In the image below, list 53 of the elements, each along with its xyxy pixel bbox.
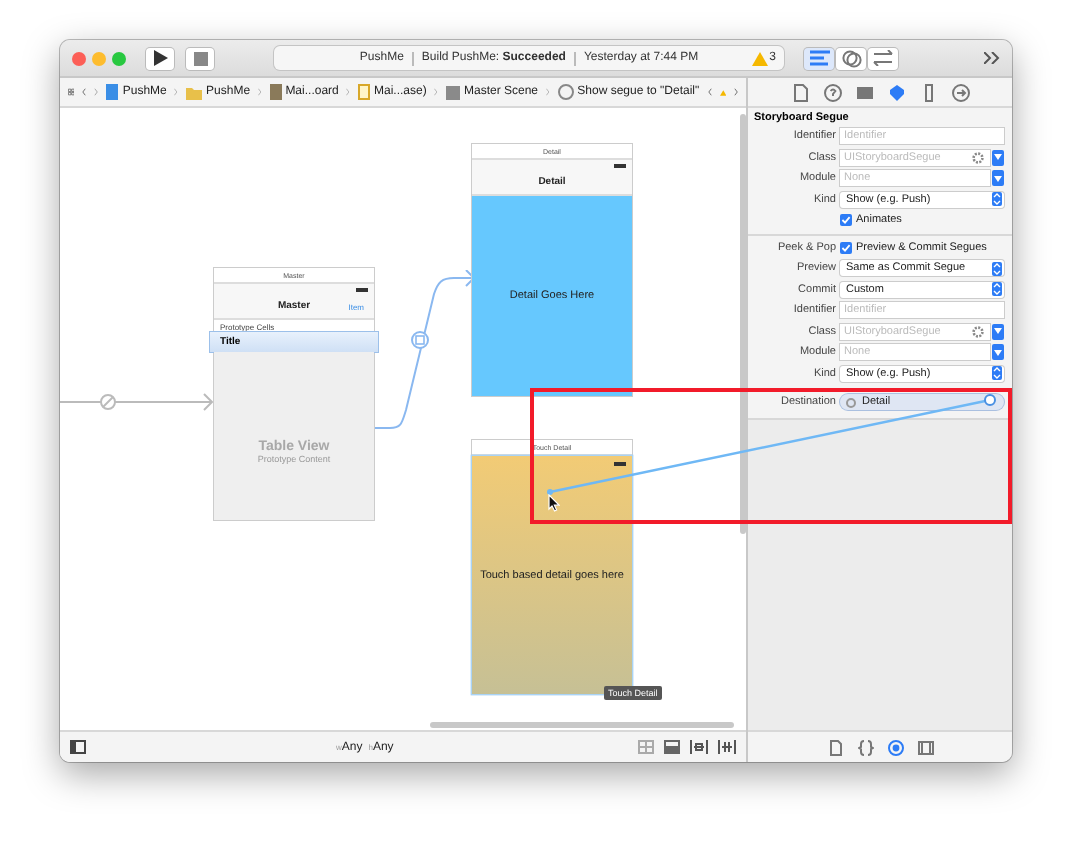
rings-icon [841,49,861,67]
folder-icon [186,85,203,99]
file-icon [269,84,282,100]
updown-icon [992,366,1002,381]
circle-icon [557,84,574,100]
warning-icon [751,51,768,65]
caret-icon [994,175,1002,182]
braces-icon[interactable] [857,739,873,755]
horizontal-scrollbar[interactable] [430,722,734,728]
arrow-circle-icon[interactable] [951,83,969,101]
film-icon[interactable] [917,739,933,755]
dropdown-button[interactable] [992,344,1004,361]
cursor-icon [548,494,560,512]
checkbox[interactable] [840,241,852,254]
align-icon[interactable] [690,740,708,754]
stack-icon[interactable] [664,740,680,754]
updown-icon [992,261,1002,276]
document-icon [106,84,119,100]
lines-icon [809,50,829,66]
shield-icon[interactable] [887,83,905,101]
back-icon[interactable] [82,84,87,100]
standard-editor-button[interactable] [804,47,834,69]
caret-icon [994,349,1002,356]
vertical-scrollbar[interactable] [740,114,746,534]
run-button[interactable] [146,47,174,69]
dropdown-button[interactable] [992,323,1004,340]
forward-icon[interactable] [733,84,739,100]
assistant-editor-button[interactable] [836,47,866,69]
grid-icon[interactable] [68,84,75,100]
stop-button[interactable] [186,47,214,69]
file-icon[interactable] [827,739,843,755]
help-icon[interactable] [823,83,841,101]
grid-icon[interactable] [638,740,654,754]
close-button[interactable] [72,51,86,65]
dropdown-button[interactable] [992,170,1004,187]
updown-icon [992,192,1002,207]
back-icon[interactable] [707,84,712,100]
file-icon [358,84,371,100]
circle-icon[interactable] [887,739,903,755]
updown-icon [992,282,1002,297]
dropdown-button[interactable] [992,149,1004,166]
play-icon [152,50,168,66]
arrows-icon [872,50,894,66]
pin-icon[interactable] [718,740,736,754]
version-editor-button[interactable] [868,47,898,69]
file-icon[interactable] [791,83,809,101]
sidebar-icon[interactable] [70,740,86,754]
scene-icon [446,85,460,99]
overflow-icon[interactable] [984,52,1000,64]
stop-icon [193,51,207,65]
caret-icon [994,328,1002,335]
caret-icon [994,154,1002,161]
checkbox[interactable] [840,214,852,227]
